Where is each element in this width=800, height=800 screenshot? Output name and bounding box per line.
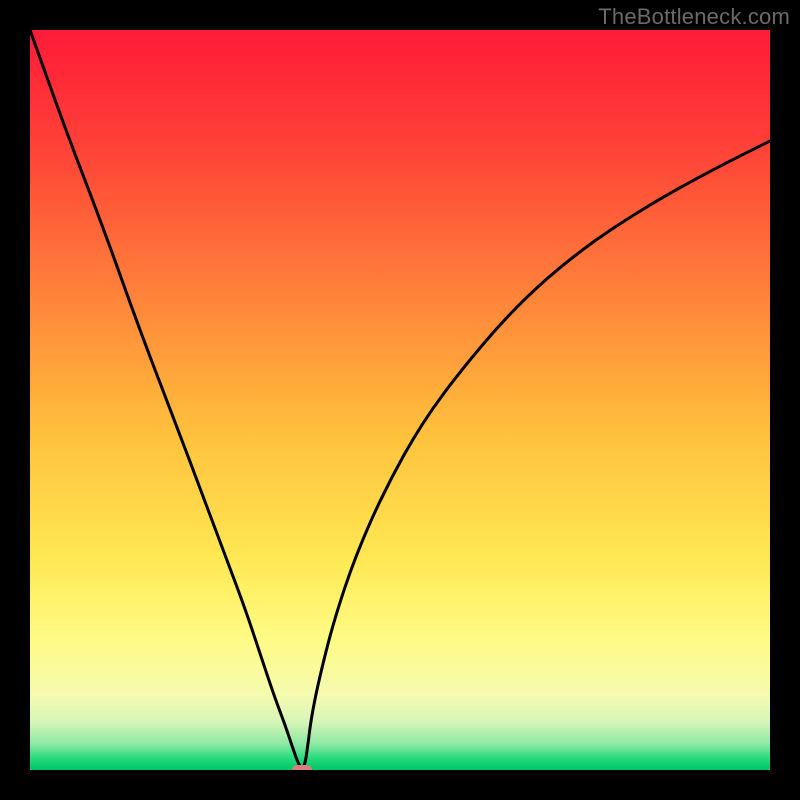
- watermark-label: TheBottleneck.com: [598, 4, 790, 30]
- plot-area: [30, 30, 770, 770]
- bottleneck-curve: [30, 30, 770, 768]
- chart-container: TheBottleneck.com: [0, 0, 800, 800]
- curve-layer: [30, 30, 770, 770]
- minimum-marker: [292, 765, 312, 770]
